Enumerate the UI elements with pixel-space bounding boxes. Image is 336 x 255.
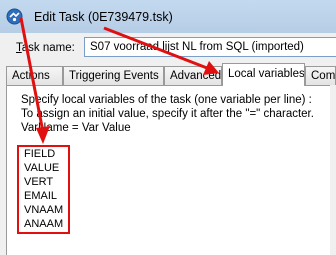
variables-textarea[interactable]: FIELD VALUE VERT EMAIL VNAAM ANAAM xyxy=(17,145,70,234)
variable-line: ANAAM xyxy=(24,218,64,230)
description-line-2: To assign an initial value, specify it a… xyxy=(21,108,314,120)
tab-local-variables[interactable]: Local variables xyxy=(222,63,305,86)
tab-commands[interactable]: Commands xyxy=(305,66,336,85)
task-name-input[interactable]: S07 voorraad lijst NL from SQL (imported… xyxy=(84,37,336,57)
description-line-3: VarName = Var Value xyxy=(21,122,131,134)
description-line-1: Specify local variables of the task (one… xyxy=(21,94,312,106)
variable-line: EMAIL xyxy=(24,190,58,202)
variable-line: VERT xyxy=(24,176,54,188)
variable-line: VALUE xyxy=(24,162,60,174)
window-title: Edit Task (0E739479.tsk) xyxy=(34,10,173,24)
tab-advanced[interactable]: Advanced xyxy=(164,66,222,85)
tab-triggering-events[interactable]: Triggering Events xyxy=(63,66,164,85)
title-bar[interactable]: Edit Task (0E739479.tsk) xyxy=(0,0,336,33)
variable-line: VNAAM xyxy=(24,204,64,216)
variable-line: FIELD xyxy=(24,148,56,160)
tab-actions[interactable]: Actions xyxy=(6,66,63,85)
gear-task-icon xyxy=(6,8,23,25)
task-name-label: Task name: xyxy=(16,42,75,54)
